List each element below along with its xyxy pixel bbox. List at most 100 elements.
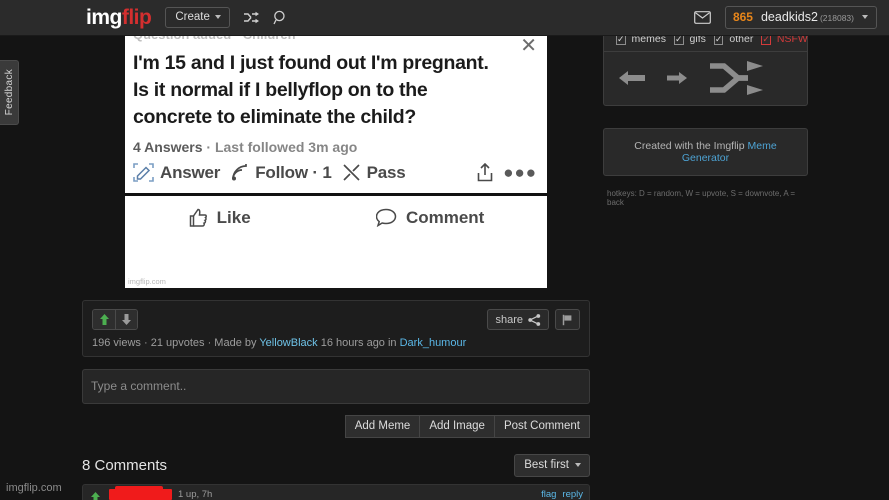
thumbs-up-icon bbox=[189, 208, 207, 227]
filter-nav-panel: ✓ memes ✓ gifs ✓ other ✓ NSFW bbox=[603, 26, 808, 106]
share-group: share bbox=[487, 309, 580, 330]
meme-answers-count: 4 Answers bbox=[133, 138, 203, 155]
hotkeys-hint: hotkeys: D = random, W = upvote, S = dow… bbox=[607, 189, 796, 207]
meme-last-followed: · Last followed 3m ago bbox=[206, 138, 358, 155]
chevron-down-icon bbox=[862, 15, 868, 19]
vote-buttons bbox=[92, 309, 138, 330]
share-nodes-icon bbox=[528, 313, 541, 326]
mail-icon[interactable] bbox=[694, 11, 711, 24]
meme-comment-label: Comment bbox=[405, 207, 485, 227]
meme-follow-label: Follow · 1 bbox=[255, 162, 332, 182]
speech-bubble-icon bbox=[375, 208, 397, 228]
username-label: deadkids2 bbox=[760, 10, 818, 24]
comments-sort-dropdown[interactable]: Best first bbox=[514, 454, 590, 477]
more-dots-icon: ●●● bbox=[503, 162, 537, 182]
comment-reply-link[interactable]: reply bbox=[562, 489, 583, 500]
upvote-arrow-icon bbox=[99, 314, 109, 325]
post-meta-box: share 196 views · 21 upvotes · Made by Y… bbox=[82, 300, 590, 357]
comment-upvote-icon[interactable] bbox=[90, 491, 101, 500]
pass-cross-icon bbox=[343, 164, 360, 181]
meme-answer-action: Answer bbox=[133, 163, 220, 183]
meme-like-action: Like bbox=[188, 208, 251, 228]
meme-question-line-2: Is it normal if I bellyflop on to the bbox=[133, 78, 428, 101]
user-menu[interactable]: 865 deadkids2 (218083) bbox=[724, 6, 877, 29]
views-count: 196 views bbox=[92, 337, 141, 349]
meme-question-line-3: concrete to eliminate the child? bbox=[133, 105, 416, 128]
meme-generator-credit: Created with the Imgflip Meme Generator bbox=[603, 128, 808, 176]
search-icon[interactable] bbox=[273, 10, 289, 26]
feedback-tab-label: Feedback bbox=[3, 69, 15, 116]
comment-author-redacted bbox=[109, 486, 172, 500]
stats-sep-2: · Made by bbox=[204, 337, 260, 349]
flag-icon bbox=[562, 314, 572, 325]
downvote-arrow-icon bbox=[122, 314, 131, 325]
meme-image-inner: Question added · Children ✕ I'm 15 and I… bbox=[125, 36, 547, 288]
share-upload-icon bbox=[477, 163, 493, 182]
comments-header: 8 Comments Best first bbox=[82, 454, 590, 477]
meme-answer-label: Answer bbox=[160, 162, 221, 182]
chevron-down-icon bbox=[214, 15, 221, 19]
post-stream-link[interactable]: Dark_humour bbox=[400, 337, 467, 349]
main-content-column: Question added · Children ✕ I'm 15 and I… bbox=[82, 36, 590, 500]
comment-input[interactable] bbox=[82, 369, 590, 404]
meme-comment-action: Comment bbox=[375, 207, 485, 228]
logo-text-flip: flip bbox=[121, 5, 152, 29]
meme-image[interactable]: Question added · Children ✕ I'm 15 and I… bbox=[125, 36, 547, 288]
notification-count: 865 bbox=[732, 10, 753, 24]
imgflip-logo[interactable]: imgflip bbox=[86, 5, 152, 30]
right-sidebar: ✓ memes ✓ gifs ✓ other ✓ NSFW Created wi… bbox=[603, 26, 808, 207]
comment-vote-buttons bbox=[87, 489, 103, 500]
flag-button[interactable] bbox=[555, 309, 580, 330]
meme-pass-action: Pass bbox=[342, 163, 406, 183]
post-comment-button[interactable]: Post Comment bbox=[494, 415, 590, 438]
comment-composer: Add Meme Add Image Post Comment bbox=[82, 369, 590, 438]
meme-question-category: Question added · Children bbox=[125, 36, 547, 47]
comment-links: flag reply bbox=[541, 489, 583, 500]
share-button[interactable]: share bbox=[487, 309, 549, 330]
meme-share-action bbox=[477, 163, 493, 182]
stats-sep-1: · bbox=[140, 337, 151, 349]
pencil-square-icon bbox=[133, 163, 154, 183]
feedback-tab[interactable]: Feedback bbox=[0, 60, 19, 125]
comments-sort-label: Best first bbox=[524, 459, 569, 471]
header-right-group: 865 deadkids2 (218083) bbox=[694, 6, 877, 29]
add-meme-button[interactable]: Add Meme bbox=[344, 415, 421, 438]
upvote-button[interactable] bbox=[93, 310, 115, 329]
meme-action-row: Answer Follow · 1 Pass ●●● bbox=[125, 155, 547, 196]
post-time: 16 hours ago in bbox=[317, 337, 400, 349]
composer-buttons: Add Meme Add Image Post Comment bbox=[82, 415, 590, 438]
rss-follow-icon bbox=[232, 164, 248, 181]
page-watermark: imgflip.com bbox=[6, 482, 62, 494]
arrow-left-icon[interactable] bbox=[618, 68, 646, 88]
meme-pass-label: Pass bbox=[366, 162, 406, 182]
vote-row: share bbox=[92, 309, 580, 330]
comments-count-title: 8 Comments bbox=[82, 457, 168, 474]
meme-question-text: I'm 15 and I just found out I'm pregnant… bbox=[125, 36, 547, 131]
credit-prefix: Created with the Imgflip bbox=[634, 140, 748, 152]
meme-follow-action: Follow · 1 bbox=[230, 162, 332, 183]
comment-meta: 1 up, 7h bbox=[178, 489, 213, 500]
create-button[interactable]: Create bbox=[165, 7, 230, 28]
comment-head-line: 1 up, 7h flag reply bbox=[109, 486, 583, 500]
shuffle-icon[interactable] bbox=[708, 61, 766, 95]
comment-flag-link[interactable]: flag bbox=[541, 489, 556, 500]
add-image-button[interactable]: Add Image bbox=[420, 415, 495, 438]
comment-body: 1 up, 7h flag reply Baby Go Splat bbox=[103, 486, 583, 500]
create-button-label: Create bbox=[175, 11, 210, 23]
meme-like-label: Like bbox=[216, 207, 251, 227]
meme-watermark: imgflip.com bbox=[128, 277, 166, 286]
navigation-row bbox=[604, 52, 807, 105]
share-button-label: share bbox=[495, 313, 523, 326]
close-icon: ✕ bbox=[520, 36, 537, 57]
user-points-label: (218083) bbox=[819, 13, 854, 23]
meme-like-comment-row: Like Comment bbox=[125, 195, 547, 242]
shuffle-icon[interactable] bbox=[243, 11, 260, 24]
logo-text-img: img bbox=[86, 5, 122, 29]
post-author-link[interactable]: YellowBlack bbox=[259, 337, 317, 349]
downvote-button[interactable] bbox=[115, 310, 137, 329]
chevron-down-icon bbox=[575, 463, 581, 467]
meme-question-line-1: I'm 15 and I just found out I'm pregnant… bbox=[133, 52, 489, 74]
arrow-right-icon[interactable] bbox=[666, 68, 688, 88]
site-header: imgflip Create 865 deadkids2 (218083) bbox=[0, 0, 889, 36]
post-stats: 196 views · 21 upvotes · Made by YellowB… bbox=[92, 337, 580, 349]
